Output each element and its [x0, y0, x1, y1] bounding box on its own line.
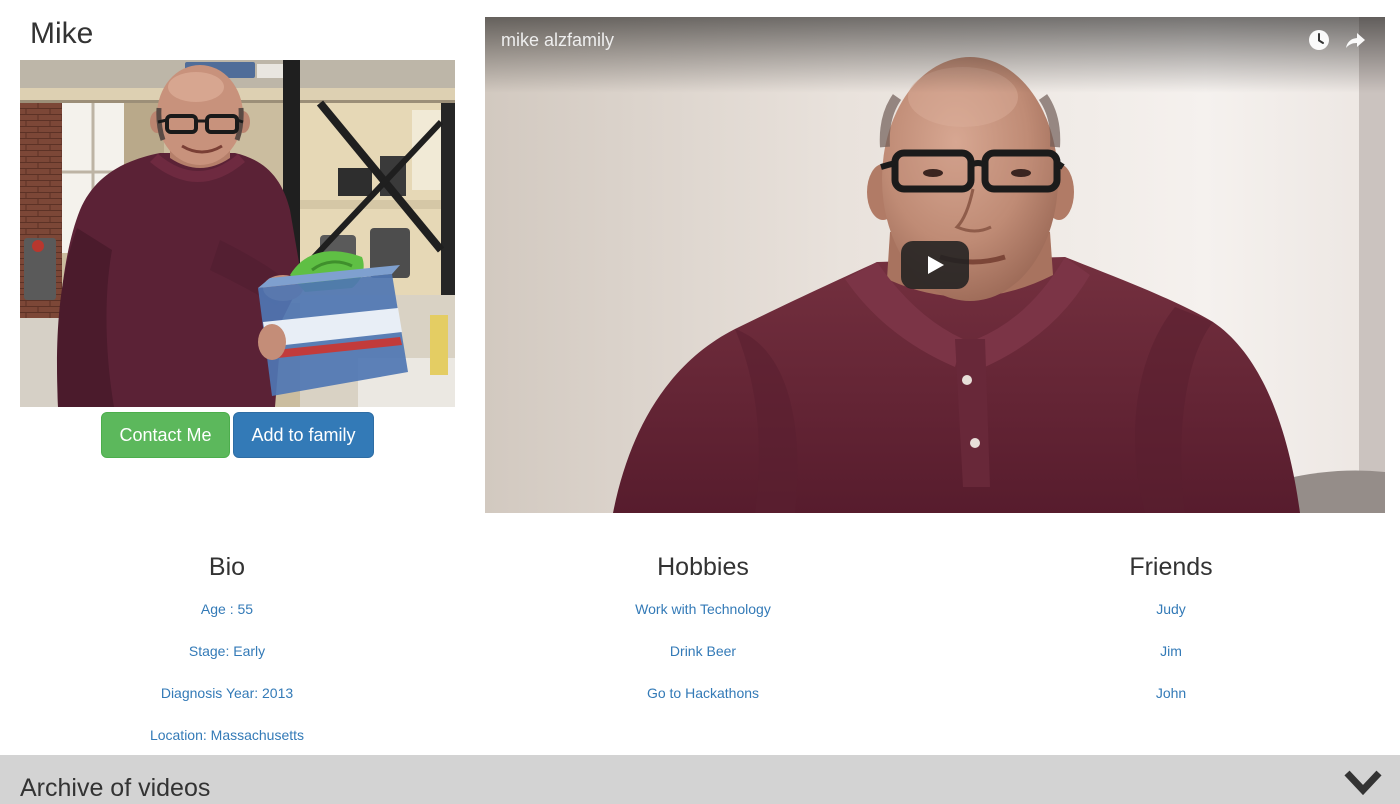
friends-section: Friends Judy Jim John [942, 552, 1400, 714]
friend-link[interactable]: John [942, 672, 1400, 714]
clock-icon[interactable] [1308, 29, 1330, 51]
hobby-item[interactable]: Drink Beer [474, 630, 932, 672]
archive-bar[interactable]: Archive of videos [0, 755, 1400, 804]
profile-photo-image [20, 60, 455, 407]
archive-title: Archive of videos [20, 774, 211, 802]
video-player[interactable]: mike alzfamily [485, 17, 1385, 513]
play-button[interactable] [901, 241, 969, 289]
friend-link[interactable]: Jim [942, 630, 1400, 672]
hobby-item[interactable]: Work with Technology [474, 588, 932, 630]
bio-diagnosis-year[interactable]: Diagnosis Year: 2013 [0, 672, 454, 714]
chevron-down-icon[interactable] [1343, 768, 1385, 798]
contact-me-button[interactable]: Contact Me [101, 412, 230, 458]
video-title-bar [485, 17, 1385, 93]
bio-section: Bio Age : 55 Stage: Early Diagnosis Year… [0, 552, 454, 756]
profile-photo [20, 60, 455, 407]
bio-stage[interactable]: Stage: Early [0, 630, 454, 672]
video-title-link[interactable]: mike alzfamily [501, 28, 614, 52]
play-icon [928, 256, 944, 274]
bio-heading: Bio [208, 553, 246, 581]
bio-location[interactable]: Location: Massachusetts [0, 714, 454, 756]
add-to-family-button[interactable]: Add to family [233, 412, 374, 458]
hobby-item[interactable]: Go to Hackathons [474, 672, 932, 714]
friends-heading: Friends [1129, 553, 1213, 581]
share-icon[interactable] [1344, 29, 1366, 51]
hobbies-heading: Hobbies [657, 553, 749, 581]
profile-name: Mike [30, 17, 94, 50]
hobbies-section: Hobbies Work with Technology Drink Beer … [474, 552, 932, 714]
bio-age[interactable]: Age : 55 [0, 588, 454, 630]
friend-link[interactable]: Judy [942, 588, 1400, 630]
